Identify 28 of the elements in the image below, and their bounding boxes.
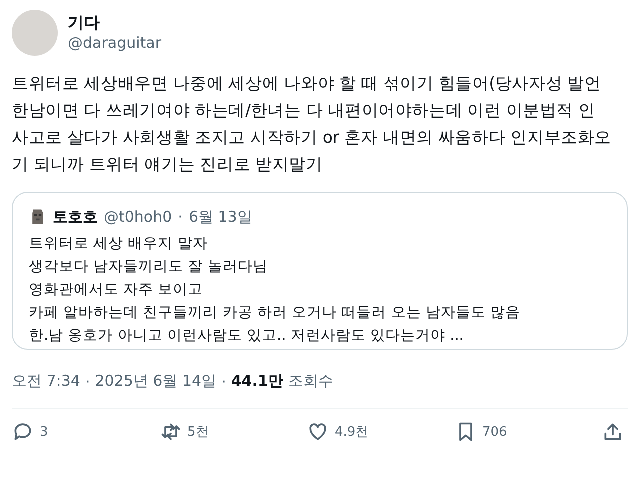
bookmark-button[interactable]: 706 [454,421,594,443]
quoted-text-line: 생각보다 남자들끼리도 잘 놀러다님 [29,258,269,277]
meta-text: 2025년 6월 14일 [95,372,217,391]
separator-dot: · [222,372,226,390]
view-count: 44.1만 [231,372,284,391]
quoted-author-name[interactable]: 토호호 [53,208,98,226]
share-button[interactable] [602,421,624,443]
quoted-tweet-card[interactable]: 토호호 @t0hoh0 · 6월 13일 트위터로 세상 배우지 말자 생각보다 남자들끼리도 잘 놀러다님 영화관에서도 자주 보이고 카페 알바하는데 친구들끼리 카공 하러 오거나 떠들러 오는 남자들도 많음 한.남 옹호가 아니고 이런사람도 있고.. 저런사람도 있다는거야 ... [12,192,628,350]
reply-button[interactable]: 3 [12,421,152,443]
quoted-text-line: 카페 알바하는데 친구들끼리 카공 하러 오거나 떠들러 오는 남자들도 많음 [29,304,522,323]
heart-icon [307,421,329,443]
share-icon [602,421,624,443]
separator-dot: · [178,207,183,227]
quoted-text-line: 트위터로 세상 배우지 말자 [29,235,209,254]
like-button[interactable]: 4.9천 [307,421,447,443]
quoted-text-line: 영화관에서도 자주 보이고 [29,281,204,300]
reply-icon [12,421,34,443]
meta-text: 조회수 [288,372,334,391]
quoted-date[interactable]: 6월 13일 [188,207,252,227]
meta-text: 오전 7:34 [12,372,80,391]
separator-dot: · [85,372,90,390]
retweet-button[interactable]: 5천 [160,421,300,443]
tweet-text: 트위터로 세상배우면 나중에 세상에 나와야 할 때 섞이기 힘들어(당사자성 발언 한남이면 다 쓰레기여야 하는데/한녀는 다 내편이어야하는데 이런 이분법적 인 사고로 살다가 사회생활 조지고 시작하기 or 혼자 내면의 싸움하다 인지부조화오기 되니까 트위터 얘기는 진리로 받지말기 [12,73,612,176]
quoted-text-line: 한.남 옹호가 아니고 이런사람도 있고.. 저런사람도 있다는거야 ... [29,327,465,346]
retweet-icon [160,421,182,443]
author-name[interactable]: 기다 [68,13,162,33]
author-handle[interactable]: @daraguitar [68,33,162,53]
quoted-author-handle[interactable]: @t0hoh0 [104,207,172,227]
